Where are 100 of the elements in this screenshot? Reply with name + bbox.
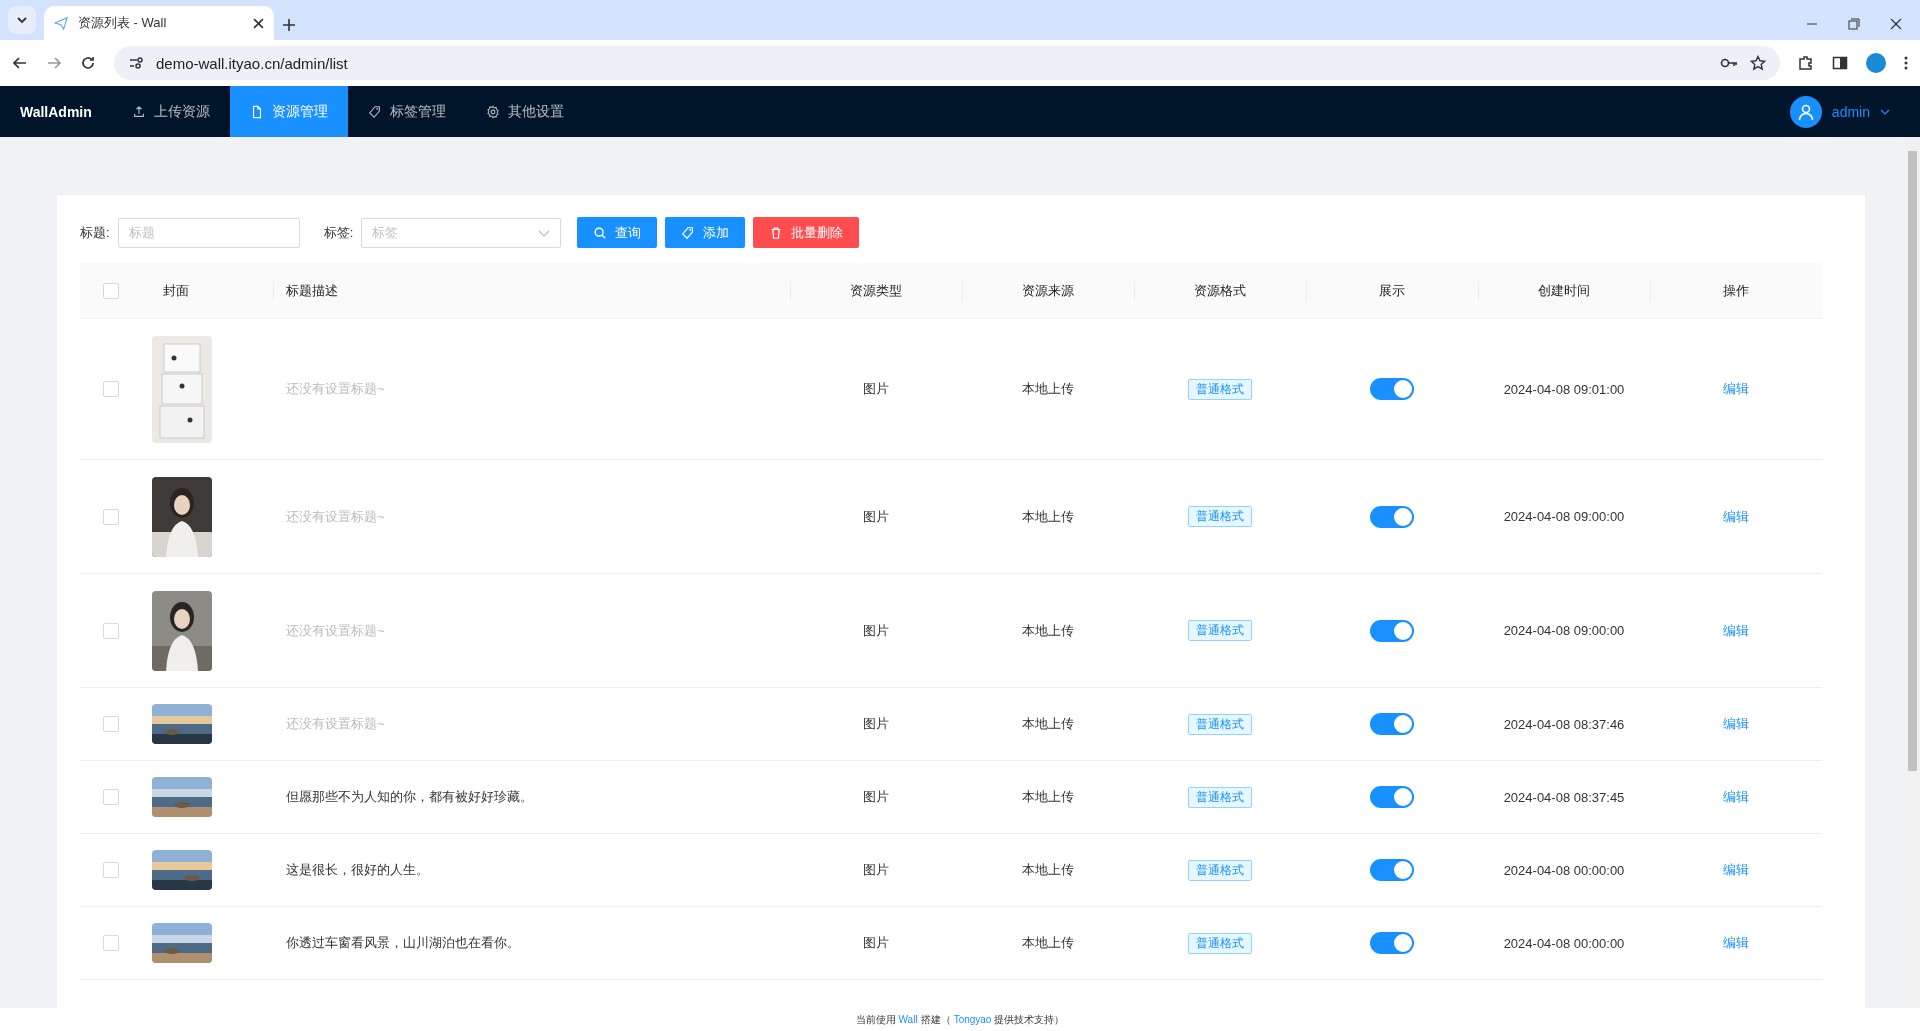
table-cell: 图片	[863, 861, 889, 879]
format-tag: 普通格式	[1188, 713, 1252, 735]
profile-avatar[interactable]	[1866, 53, 1886, 73]
nav-tab[interactable]: 标签管理	[347, 86, 466, 137]
toggle-switch[interactable]	[1370, 505, 1414, 528]
footer-text: 提供技术支持）	[994, 1012, 1065, 1027]
checkbox[interactable]	[103, 622, 119, 639]
column-header: 资源来源	[1022, 281, 1074, 300]
nav-tab[interactable]: 其他设置	[465, 86, 584, 137]
close-icon[interactable]	[253, 17, 264, 29]
toggle-switch[interactable]	[1370, 713, 1414, 735]
toggle-switch[interactable]	[1370, 619, 1414, 642]
add-button[interactable]: 添加	[665, 217, 746, 248]
table-cell: 2024-04-08 09:00:00	[1503, 623, 1625, 638]
scrollbar[interactable]	[1905, 137, 1920, 1008]
settings-icon	[485, 104, 500, 119]
close-icon[interactable]	[1890, 18, 1902, 30]
table-cell: 图片	[863, 380, 889, 398]
paper-plane-icon	[54, 16, 68, 30]
more-icon[interactable]	[1904, 55, 1908, 71]
table-cell: 本地上传	[1022, 380, 1074, 398]
upload-icon	[131, 104, 146, 119]
search-button[interactable]: 查询	[577, 217, 658, 248]
checkbox[interactable]	[103, 508, 119, 525]
table-cell: 图片	[863, 621, 889, 640]
tag-select[interactable]: 标签	[361, 217, 562, 248]
delete-button[interactable]: 批量删除	[753, 217, 860, 248]
table-cell: 图片	[863, 934, 889, 952]
footer-text: 搭建（	[920, 1012, 951, 1027]
toggle-switch[interactable]	[1370, 786, 1414, 808]
browser-tab[interactable]: 资源列表 - Wall	[44, 6, 274, 40]
checkbox[interactable]	[103, 716, 119, 732]
new-tab-icon[interactable]	[282, 18, 296, 32]
edit-link[interactable]: 编辑	[1723, 788, 1749, 806]
forward-icon[interactable]	[46, 55, 62, 71]
restore-icon[interactable]	[1848, 18, 1860, 30]
format-tag: 普通格式	[1188, 378, 1252, 400]
table-cell: 还没有设置标题~	[286, 507, 385, 526]
table-cell: 还没有设置标题~	[286, 715, 385, 733]
tag-icon	[681, 225, 696, 240]
format-tag: 普通格式	[1188, 859, 1252, 881]
table-cell: 2024-04-08 08:37:45	[1503, 789, 1625, 805]
footer-text: 当前使用	[855, 1012, 896, 1027]
edit-link[interactable]: 编辑	[1723, 934, 1749, 952]
table-cell: 本地上传	[1022, 621, 1074, 640]
table-cell: 本地上传	[1022, 861, 1074, 879]
table-cell: 本地上传	[1022, 934, 1074, 952]
tab-list-button[interactable]	[8, 6, 36, 34]
column-header: 资源类型	[850, 281, 902, 300]
table-cell: 图片	[863, 507, 889, 526]
checkbox[interactable]	[103, 935, 119, 951]
table-cell: 2024-04-08 09:00:00	[1503, 509, 1625, 524]
column-header: 封面	[163, 281, 189, 300]
extensions-icon[interactable]	[1798, 55, 1814, 71]
side-panel-icon[interactable]	[1832, 55, 1848, 71]
format-tag: 普通格式	[1188, 932, 1252, 954]
title-field[interactable]: 标题	[117, 217, 300, 248]
column-header: 创建时间	[1538, 281, 1590, 300]
toggle-switch[interactable]	[1370, 932, 1414, 954]
edit-link[interactable]: 编辑	[1723, 507, 1749, 526]
footer-link[interactable]: Wall	[898, 1014, 918, 1025]
column-header: 标题描述	[286, 281, 338, 300]
user-name[interactable]: admin	[1831, 103, 1870, 120]
toggle-switch[interactable]	[1370, 859, 1414, 881]
table-cell: 图片	[863, 788, 889, 806]
nav-tab[interactable]: 资源管理	[229, 86, 348, 137]
edit-link[interactable]: 编辑	[1723, 380, 1749, 398]
table-cell: 图片	[863, 715, 889, 733]
footer-link[interactable]: Tongyao	[953, 1014, 992, 1025]
checkbox[interactable]	[103, 282, 119, 299]
reload-icon[interactable]	[80, 55, 96, 71]
brand-logo[interactable]: WallAdmin	[0, 86, 112, 137]
column-header: 展示	[1379, 281, 1405, 300]
back-icon[interactable]	[12, 55, 28, 71]
checkbox[interactable]	[103, 862, 119, 878]
nav-tab[interactable]: 上传资源	[111, 86, 230, 137]
field-label: 标签:	[323, 223, 354, 242]
site-settings-icon	[128, 55, 144, 71]
table-cell: 本地上传	[1022, 715, 1074, 733]
user-avatar[interactable]	[1789, 95, 1822, 128]
star-icon[interactable]	[1750, 55, 1766, 71]
checkbox[interactable]	[103, 381, 119, 397]
table-cell: 2024-04-08 00:00:00	[1503, 935, 1625, 951]
format-tag: 普通格式	[1188, 506, 1252, 527]
toggle-switch[interactable]	[1370, 378, 1414, 400]
table-cell: 这是很长，很好的人生。	[286, 861, 429, 879]
column-header: 资源格式	[1194, 281, 1246, 300]
table-cell: 本地上传	[1022, 507, 1074, 526]
address-bar[interactable]: demo-wall.ityao.cn/admin/list	[114, 46, 1780, 80]
field-label: 标题:	[80, 223, 110, 242]
edit-link[interactable]: 编辑	[1723, 861, 1749, 879]
table-cell: 本地上传	[1022, 788, 1074, 806]
chevron-icon	[16, 14, 28, 26]
edit-link[interactable]: 编辑	[1723, 715, 1749, 733]
checkbox[interactable]	[103, 789, 119, 805]
column-header: 操作	[1723, 281, 1749, 300]
table-cell: 2024-04-08 09:01:00	[1503, 381, 1625, 397]
table-cell: 2024-04-08 00:00:00	[1503, 862, 1625, 878]
edit-link[interactable]: 编辑	[1723, 621, 1749, 640]
format-tag: 普通格式	[1188, 620, 1252, 641]
